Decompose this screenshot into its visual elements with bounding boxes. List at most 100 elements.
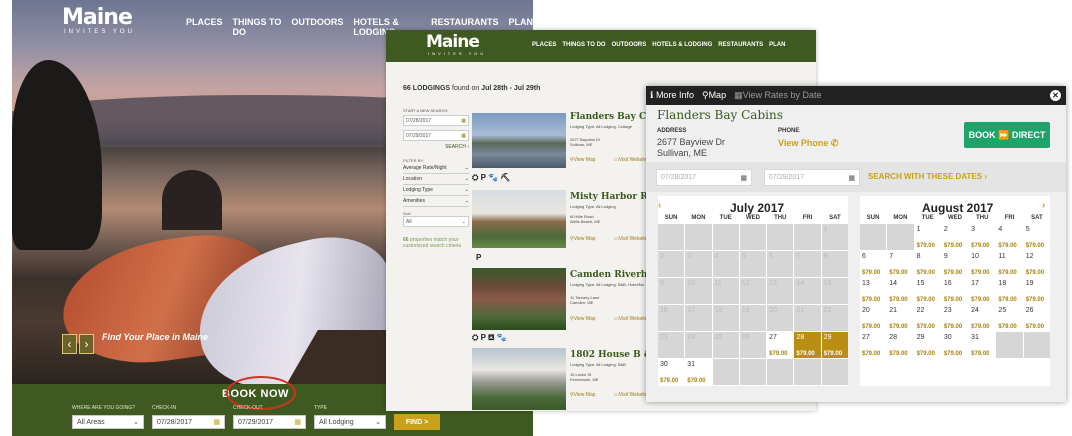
find-button[interactable]: FIND > bbox=[394, 414, 440, 430]
calendar-day: 4 bbox=[712, 251, 739, 277]
calendar-day: 7 bbox=[794, 251, 821, 277]
calendar-day: 18 bbox=[712, 305, 739, 331]
close-button[interactable]: ✕ bbox=[1050, 90, 1061, 101]
slider-next-button[interactable]: › bbox=[79, 334, 94, 354]
property-photo[interactable] bbox=[472, 268, 566, 330]
calendar-day[interactable]: 11 $79.00 bbox=[996, 251, 1023, 277]
prev-month-button[interactable]: ‹ bbox=[658, 200, 661, 211]
calendar-day[interactable]: 23 $79.00 bbox=[941, 305, 969, 331]
calendar-day[interactable]: 10 $79.00 bbox=[969, 251, 996, 277]
calendar-day[interactable]: 26 $79.00 bbox=[1023, 305, 1050, 331]
day-price: $79.00 bbox=[916, 270, 935, 276]
filter-lodging-type[interactable]: Lodging Type ⌄ bbox=[403, 185, 469, 196]
chevron-down-icon: ⌄ bbox=[133, 419, 139, 426]
calendar-day[interactable]: 28 $79.00 bbox=[887, 332, 914, 358]
search-with-dates-link[interactable]: SEARCH WITH THESE DATES › bbox=[868, 172, 987, 181]
calendar-day[interactable]: 29 $79.00 bbox=[914, 332, 941, 358]
view-map-link[interactable]: ⚲View Map bbox=[570, 236, 596, 242]
calendar-day[interactable]: 14 $79.00 bbox=[887, 278, 914, 304]
view-map-link[interactable]: ⚲View Map bbox=[570, 157, 596, 163]
calendar-day[interactable]: 8 $79.00 bbox=[914, 251, 941, 277]
calendar-day[interactable]: 21 $79.00 bbox=[887, 305, 914, 331]
calendar-day[interactable]: 5 $79.00 bbox=[1023, 224, 1050, 250]
sort-select[interactable]: All ⌄ bbox=[403, 216, 469, 227]
filter-location[interactable]: Location ⌄ bbox=[403, 174, 469, 185]
view-map-link[interactable]: ⚲View Map bbox=[570, 316, 596, 322]
nav-places[interactable]: PLACES bbox=[532, 42, 556, 48]
end-date-input[interactable]: 07/29/2017 ▦ bbox=[403, 130, 469, 141]
view-phone-link[interactable]: View Phone ✆ bbox=[778, 138, 838, 149]
visit-website-link[interactable]: ▭Visit Website bbox=[614, 157, 647, 163]
logo[interactable]: Maine bbox=[62, 5, 133, 30]
calendar-day[interactable]: 2 $79.00 bbox=[941, 224, 969, 250]
nav-plan[interactable]: PLAN bbox=[769, 42, 785, 48]
logo[interactable]: Maine bbox=[426, 32, 480, 52]
filter-amenities[interactable]: Amenities ⌄ bbox=[403, 196, 469, 207]
nav-places[interactable]: PLACES bbox=[186, 17, 223, 37]
calendar-day[interactable]: 12 $79.00 bbox=[1023, 251, 1050, 277]
nav-outdoors[interactable]: OUTDOORS bbox=[612, 42, 647, 48]
day-price: $79.00 bbox=[889, 351, 908, 357]
start-date-input[interactable]: 07/28/2017 ▦ bbox=[403, 115, 469, 126]
calendar-day[interactable]: 15 $79.00 bbox=[914, 278, 941, 304]
visit-website-link[interactable]: ▭Visit Website bbox=[614, 236, 647, 242]
calendar-day[interactable]: 20 $79.00 bbox=[860, 305, 887, 331]
calendar-day[interactable]: 17 $79.00 bbox=[969, 278, 996, 304]
calendar-day[interactable]: 6 $79.00 bbox=[860, 251, 887, 277]
view-map-link[interactable]: ⚲View Map bbox=[570, 392, 596, 398]
calendar-day[interactable]: 4 $79.00 bbox=[996, 224, 1023, 250]
address-label: ADDRESS bbox=[657, 128, 687, 134]
day-number: 2 bbox=[660, 253, 664, 260]
book-direct-button[interactable]: BOOK ⏩ DIRECT bbox=[964, 122, 1050, 148]
filter-average-rate[interactable]: Average Rate/Night ⌄ bbox=[403, 163, 469, 174]
visit-website-link[interactable]: ▭Visit Website bbox=[614, 316, 647, 322]
next-month-button[interactable]: › bbox=[1042, 200, 1045, 211]
property-photo[interactable] bbox=[472, 348, 566, 410]
day-number: 23 bbox=[660, 334, 668, 341]
calendar-day: 19 bbox=[739, 305, 767, 331]
nav-hotels-lodging[interactable]: HOTELS & LODGING bbox=[652, 42, 712, 48]
calendar-day[interactable]: 1 $79.00 bbox=[914, 224, 941, 250]
nav-things-to-do[interactable]: THINGS TO DO bbox=[562, 42, 605, 48]
calendar-day[interactable]: 27 $79.00 bbox=[860, 332, 887, 358]
check-in-input[interactable]: 07/28/2017 ▦ bbox=[152, 415, 225, 429]
calendar-day[interactable]: 31 $79.00 bbox=[685, 359, 712, 385]
nav-outdoors[interactable]: OUTDOORS bbox=[291, 17, 343, 37]
calendar-day[interactable]: 7 $79.00 bbox=[887, 251, 914, 277]
property-photo[interactable] bbox=[472, 113, 566, 168]
tab-view-rates[interactable]: ▦View Rates by Date bbox=[734, 90, 821, 101]
slider-prev-button[interactable]: ‹ bbox=[62, 334, 77, 354]
calendar-day[interactable]: 30 $79.00 bbox=[658, 359, 685, 385]
calendar-day[interactable]: 24 $79.00 bbox=[969, 305, 996, 331]
type-select[interactable]: All Lodging ⌄ bbox=[314, 415, 386, 429]
rate-start-date-input[interactable]: 07/28/2017 ▦ bbox=[656, 169, 752, 186]
nav-things-to-do[interactable]: THINGS TO DO bbox=[233, 17, 282, 37]
calendar-day[interactable]: 29 $79.00 bbox=[821, 332, 848, 358]
calendar-day[interactable]: 9 $79.00 bbox=[941, 251, 969, 277]
calendar-day[interactable]: 28 $79.00 bbox=[794, 332, 821, 358]
calendar-day[interactable]: 16 $79.00 bbox=[941, 278, 969, 304]
calendar-day[interactable]: 30 $79.00 bbox=[941, 332, 969, 358]
calendar-day[interactable]: 25 $79.00 bbox=[996, 305, 1023, 331]
search-link[interactable]: SEARCH › bbox=[403, 144, 469, 150]
destination-select[interactable]: All Areas ⌄ bbox=[72, 415, 144, 429]
rate-end-date-input[interactable]: 07/29/2017 ▦ bbox=[764, 169, 860, 186]
calendar-day[interactable]: 31 $79.00 bbox=[969, 332, 996, 358]
calendar-day: 14 bbox=[794, 278, 821, 304]
visit-website-link[interactable]: ▭Visit Website bbox=[614, 392, 647, 398]
calendar-day[interactable]: 27 $79.00 bbox=[767, 332, 794, 358]
day-number: 15 bbox=[916, 280, 925, 287]
calendar-day[interactable]: 18 $79.00 bbox=[996, 278, 1023, 304]
nav-restaurants[interactable]: RESTAURANTS bbox=[718, 42, 763, 48]
tab-more-info[interactable]: ℹ More Info bbox=[650, 90, 694, 101]
filter-label: Average Rate/Night bbox=[403, 165, 447, 171]
calendar-day[interactable]: 22 $79.00 bbox=[914, 305, 941, 331]
calendar-day[interactable]: 13 $79.00 bbox=[860, 278, 887, 304]
calendar-day[interactable]: 3 $79.00 bbox=[969, 224, 996, 250]
calendar-day[interactable]: 19 $79.00 bbox=[1023, 278, 1050, 304]
day-number: 3 bbox=[971, 226, 976, 233]
weekday-label: FRI bbox=[1004, 215, 1015, 221]
property-photo[interactable] bbox=[472, 190, 566, 248]
check-out-input[interactable]: 07/29/2017 ▦ bbox=[233, 415, 306, 429]
tab-map[interactable]: ⚲Map bbox=[702, 90, 726, 101]
